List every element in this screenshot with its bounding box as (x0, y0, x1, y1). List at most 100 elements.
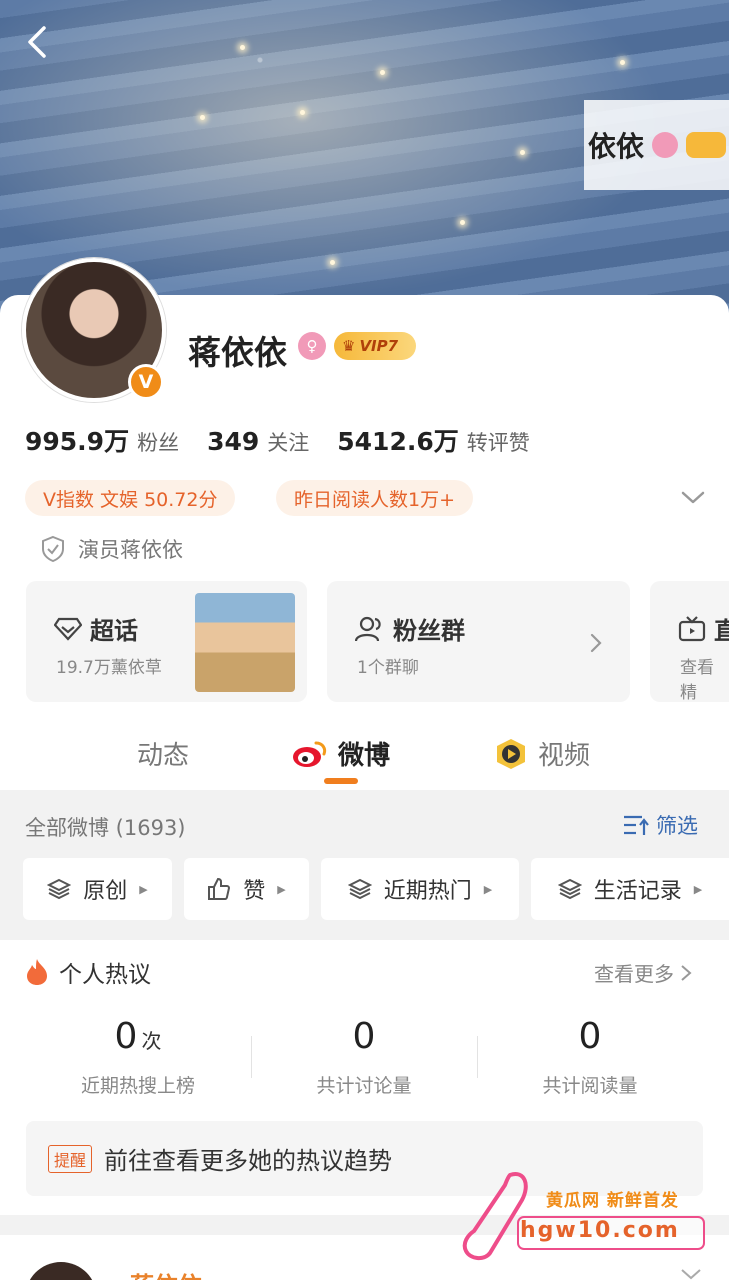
layers-icon (47, 878, 72, 900)
certification-text: 演员蒋依依 (78, 538, 183, 562)
flame-icon (27, 959, 47, 985)
cover-sparkle (300, 110, 305, 115)
supertopic-thumbnail (195, 593, 295, 692)
cover-sparkle (520, 150, 525, 155)
chip-likes-label: 赞 (243, 879, 266, 904)
metric-discussions: 0 共计讨论量 (251, 1016, 477, 1098)
thumbs-up-icon (208, 877, 231, 900)
supertopic-title: 超话 (54, 611, 138, 646)
reminder-text: 前往查看更多她的热议趋势 (104, 1147, 393, 1175)
cover-sparkle (460, 220, 465, 225)
certification-row: 演员蒋依依 (40, 534, 183, 564)
caret-right-icon: ▶ (277, 882, 286, 896)
profile-name: 蒋依依 (188, 333, 287, 372)
tab-dynamic-label: 动态 (137, 741, 190, 771)
followers-count[interactable]: 995.9万 (25, 422, 129, 458)
cover-sparkle (620, 60, 625, 65)
caret-right-icon: ▶ (693, 882, 703, 896)
followers-label[interactable]: 粉丝 (137, 427, 179, 457)
live-subtitle: 查看精 (680, 658, 714, 703)
caret-right-icon: ▶ (483, 882, 493, 896)
fan-group-subtitle: 1个群聊 (357, 658, 419, 678)
metric-hot-search-label: 近期热搜上榜 (80, 1075, 195, 1097)
layers-icon (347, 878, 372, 900)
metric-hot-search: 0次 近期热搜上榜 (25, 1016, 251, 1098)
fan-group-label: 粉丝群 (393, 617, 465, 645)
chevron-right-icon (681, 964, 692, 981)
live-label: 直 (714, 617, 729, 645)
supertopic-subtitle: 19.7万薰依草 (56, 658, 162, 678)
chip-likes[interactable]: 赞 ▶ (184, 858, 309, 920)
vip-crown-icon (686, 132, 727, 158)
v-index-tag[interactable]: V指数 文娱 50.72分 (25, 480, 236, 516)
gender-female-icon: ♀ (298, 332, 326, 360)
collapsed-header-name: 依依 (584, 100, 729, 190)
supertopic-card[interactable]: 超话 19.7万薰依草 (26, 581, 307, 702)
diamond-icon (54, 617, 82, 641)
metric-reads-label: 共计阅读量 (542, 1075, 638, 1097)
tab-weibo[interactable]: 微博 (292, 735, 390, 772)
filter-label: 筛选 (656, 814, 698, 838)
reminder-tag: 提醒 (48, 1144, 93, 1173)
profile-stats: 995.9万 粉丝 349 关注 5412.6万 转评赞 (25, 422, 558, 458)
metric-hot-search-unit: 次 (141, 1029, 162, 1053)
chevron-down-icon[interactable] (680, 486, 706, 508)
chip-recent-hot[interactable]: 近期热门 ▶ (321, 858, 519, 920)
chip-original[interactable]: 原创 ▶ (23, 858, 172, 920)
weibo-logo-icon (293, 741, 327, 767)
watermark-brand: 黄瓜网 新鲜首发 (546, 1191, 679, 1211)
active-tab-indicator (324, 778, 358, 784)
readers-tag[interactable]: 昨日阅读人数1万+ (276, 480, 474, 516)
tab-video-label: 视频 (538, 741, 591, 771)
fan-group-title: 粉丝群 (355, 611, 465, 646)
watermark-logo (462, 1172, 705, 1260)
vip-badge[interactable]: ♛ VIP7 (334, 332, 416, 360)
chip-recent-hot-label: 近期热门 (383, 879, 472, 904)
layers-icon (557, 878, 582, 900)
chevron-right-icon (590, 633, 602, 653)
hot-discussion-title: 个人热议 (59, 962, 151, 988)
fan-group-card[interactable]: 粉丝群 1个群聊 (327, 581, 630, 702)
cover-sparkle (380, 70, 385, 75)
metric-discussions-label: 共计讨论量 (316, 1075, 412, 1097)
see-more-label: 查看更多 (594, 962, 674, 986)
live-title: 直 (678, 611, 729, 646)
collapsed-name-text: 依依 (588, 130, 645, 163)
chevron-down-icon[interactable] (680, 1268, 702, 1280)
shield-check-icon (42, 535, 64, 563)
live-card[interactable]: 直 查看精 (650, 581, 729, 703)
all-posts-count: 全部微博 (1693) (25, 816, 186, 840)
verified-v-icon: V (128, 364, 164, 400)
chip-life-record[interactable]: 生活记录 ▶ (531, 858, 729, 920)
post-author-name[interactable]: 蒋依依 (130, 1266, 202, 1280)
engagement-label: 转评赞 (466, 431, 530, 455)
tab-dynamic[interactable]: 动态 (137, 735, 189, 772)
cover-sparkle (200, 115, 205, 120)
cover-sparkle (330, 260, 335, 265)
cover-sparkle (240, 45, 245, 50)
following-count[interactable]: 349 (207, 427, 259, 456)
caret-right-icon: ▶ (139, 882, 148, 896)
metric-discussions-value: 0 (352, 1016, 376, 1057)
filter-button[interactable]: 筛选 (622, 810, 698, 840)
metric-reads-value: 0 (578, 1016, 602, 1057)
video-badge-icon (497, 738, 525, 769)
content-tabs: 动态 微博 视频 (0, 715, 729, 790)
tab-weibo-label: 微博 (338, 741, 391, 771)
following-label[interactable]: 关注 (267, 427, 309, 457)
metric-hot-search-value: 0 (114, 1016, 138, 1057)
chip-original-label: 原创 (83, 879, 128, 904)
tv-icon (678, 615, 706, 641)
back-button[interactable] (18, 22, 58, 62)
tab-video[interactable]: 视频 (494, 735, 590, 772)
filter-sort-icon (624, 815, 649, 835)
see-more-link[interactable]: 查看更多 (594, 958, 692, 987)
supertopic-label: 超话 (90, 617, 138, 645)
hot-discussion-header: 个人热议 (25, 955, 151, 989)
engagement-count: 5412.6万 (337, 427, 459, 456)
vip-label: VIP7 (359, 337, 399, 355)
metric-reads: 0 共计阅读量 (477, 1016, 703, 1098)
watermark-url: hgw10.com (520, 1218, 680, 1243)
people-icon (355, 616, 381, 641)
gender-female-icon (652, 132, 679, 158)
